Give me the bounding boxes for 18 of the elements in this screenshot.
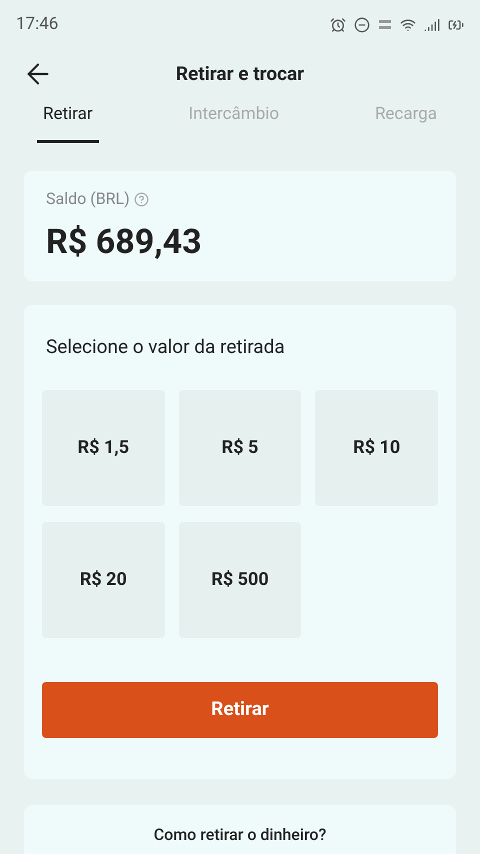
page-title: Retirar e trocar [176, 60, 304, 87]
wifi-icon [400, 17, 416, 33]
amount-option[interactable]: R$ 500 [178, 522, 302, 638]
balance-amount: R$ 689,43 [46, 221, 203, 264]
tab[interactable]: Retirar [37, 102, 99, 142]
help-title: Como retirar o dinheiro? [154, 824, 326, 846]
amount-option[interactable]: R$ 1,5 [42, 390, 165, 506]
do-not-disturb-icon [354, 17, 370, 33]
balance-label: Saldo (BRL) [46, 188, 130, 210]
amount-option[interactable]: R$ 5 [178, 390, 302, 506]
withdraw-prompt: Selecione o valor da retirada [45, 334, 286, 360]
signal-icon [424, 17, 440, 33]
amount-option[interactable]: R$ 20 [42, 522, 165, 638]
amount-option[interactable]: R$ 10 [315, 390, 438, 506]
withdraw-button[interactable]: Retirar [42, 682, 438, 738]
alarm-icon [330, 17, 346, 33]
status-time: 17:46 [16, 13, 58, 36]
help-icon [134, 192, 149, 206]
